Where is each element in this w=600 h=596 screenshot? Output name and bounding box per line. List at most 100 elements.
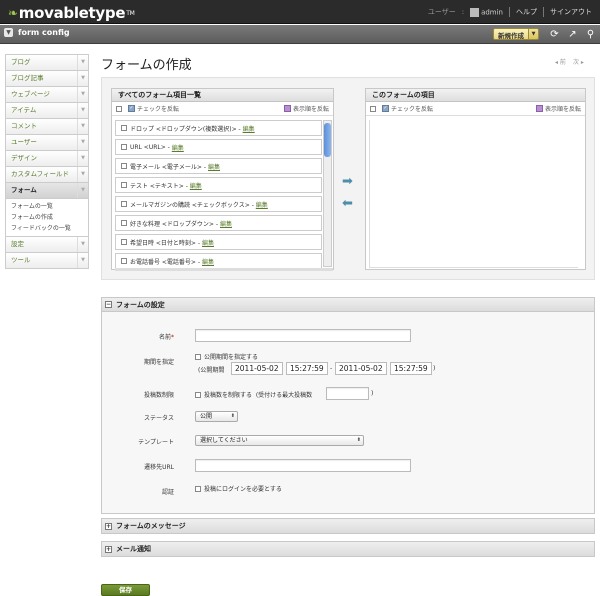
all-items-title: すべてのフォーム項目一覧 bbox=[112, 89, 333, 102]
blog-selector[interactable]: ▼ form config bbox=[4, 28, 70, 37]
scrollbar-thumb[interactable] bbox=[324, 123, 331, 157]
chevron-down-icon[interactable]: ▼ bbox=[77, 237, 88, 252]
period-option[interactable]: 公開期間を指定する bbox=[195, 352, 258, 361]
start-date-input[interactable]: 2011-05-02 bbox=[231, 362, 283, 375]
item-checkbox[interactable] bbox=[121, 182, 127, 188]
item-checkbox[interactable] bbox=[121, 201, 127, 207]
collapse-icon[interactable]: − bbox=[105, 301, 112, 308]
list-item[interactable]: 好きな料理 <ドロップダウン> - 編集 bbox=[115, 215, 322, 231]
limit-count-input[interactable] bbox=[326, 387, 369, 400]
invert-order-link[interactable]: 表示順を反転 bbox=[283, 104, 329, 113]
user-link[interactable]: admin bbox=[470, 7, 503, 17]
edit-link[interactable]: 編集 bbox=[243, 124, 255, 133]
sidebar-item-tools[interactable]: ツール ▼ bbox=[6, 253, 88, 269]
horizontal-scrollbar[interactable] bbox=[115, 268, 333, 271]
edit-link[interactable]: 編集 bbox=[220, 219, 232, 228]
limit-checkbox[interactable] bbox=[195, 391, 201, 398]
item-checkbox[interactable] bbox=[121, 144, 127, 150]
chevron-down-icon[interactable]: ▼ bbox=[77, 119, 88, 134]
move-right-arrow-icon[interactable]: ➡ bbox=[341, 175, 354, 188]
list-item[interactable]: 電子メール <電子メール> - 編集 bbox=[115, 158, 322, 174]
chevron-down-icon[interactable]: ▼ bbox=[77, 167, 88, 182]
edit-link[interactable]: 編集 bbox=[256, 200, 268, 209]
sidebar-item-users[interactable]: ユーザー ▼ bbox=[6, 135, 88, 151]
item-checkbox[interactable] bbox=[121, 220, 127, 226]
chevron-down-icon[interactable]: ▼ bbox=[77, 135, 88, 150]
edit-link[interactable]: 編集 bbox=[202, 238, 214, 247]
chevron-down-icon[interactable]: ▼ bbox=[528, 29, 538, 39]
move-left-arrow-icon[interactable]: ⬅ bbox=[341, 197, 354, 210]
search-icon[interactable]: ⚲ bbox=[585, 29, 596, 40]
expand-icon[interactable]: + bbox=[105, 522, 112, 530]
sidebar-subitem-form-create[interactable]: フォームの作成 bbox=[6, 212, 88, 223]
sidebar-item-assets[interactable]: アイテム ▼ bbox=[6, 103, 88, 119]
all-items-list: ドロップ <ドロップダウン(複数選択)> - 編集 URL <URL> - 編集… bbox=[115, 120, 322, 268]
sidebar-item-settings[interactable]: 設定 ▼ bbox=[6, 237, 88, 253]
mail-notification-header[interactable]: + メール通知 bbox=[102, 542, 594, 556]
sidebar-item-design[interactable]: デザイン ▼ bbox=[6, 151, 88, 167]
list-item[interactable]: メールマガジンの購読 <チェックボックス> - 編集 bbox=[115, 196, 322, 212]
item-checkbox[interactable] bbox=[121, 239, 127, 245]
edit-link[interactable]: 編集 bbox=[190, 181, 202, 190]
list-item[interactable]: 希望日時 <日付と時刻> - 編集 bbox=[115, 234, 322, 250]
item-checkbox[interactable] bbox=[121, 258, 127, 264]
invert-check-link[interactable]: ✓ チェックを反転 bbox=[128, 104, 179, 113]
sidebar-item-entries[interactable]: ブログ記事 ▼ bbox=[6, 71, 88, 87]
chevron-down-icon[interactable]: ▼ bbox=[77, 151, 88, 166]
save-button[interactable]: 保存 bbox=[101, 584, 150, 596]
list-item[interactable]: お電話番号 <電話番号> - 編集 bbox=[115, 253, 322, 268]
sidebar-item-comments[interactable]: コメント ▼ bbox=[6, 119, 88, 135]
sidebar-subitem-form-list[interactable]: フォームの一覧 bbox=[6, 201, 88, 212]
auth-option[interactable]: 投稿にログインを必要とする bbox=[195, 484, 282, 493]
chevron-down-icon[interactable]: ▼ bbox=[77, 183, 88, 198]
item-checkbox[interactable] bbox=[121, 163, 127, 169]
select-all-checkbox[interactable] bbox=[116, 105, 122, 112]
sidebar-item-custom-fields[interactable]: カスタムフィールド ▼ bbox=[6, 167, 88, 183]
chevron-down-icon[interactable]: ▼ bbox=[77, 253, 88, 268]
sidebar-item-blog[interactable]: ブログ ▼ bbox=[6, 55, 88, 71]
expand-icon[interactable]: + bbox=[105, 545, 112, 553]
external-link-icon[interactable]: ↗ bbox=[567, 29, 578, 40]
edit-link[interactable]: 編集 bbox=[202, 257, 214, 266]
redirect-url-input[interactable] bbox=[195, 459, 411, 472]
period-checkbox[interactable] bbox=[195, 353, 201, 360]
list-item[interactable]: ドロップ <ドロップダウン(複数選択)> - 編集 bbox=[115, 120, 322, 136]
edit-link[interactable]: 編集 bbox=[208, 162, 220, 171]
refresh-icon[interactable]: ⟳ bbox=[549, 29, 560, 40]
end-date-input[interactable]: 2011-05-02 bbox=[335, 362, 387, 375]
prev-link[interactable]: ◂ 前 bbox=[555, 57, 566, 66]
help-link[interactable]: ヘルプ bbox=[516, 7, 537, 17]
select-all-checkbox[interactable] bbox=[370, 105, 376, 112]
sidebar-item-forms[interactable]: フォーム ▼ bbox=[6, 183, 88, 199]
form-items-list[interactable] bbox=[369, 120, 578, 268]
form-messages-section[interactable]: + フォームのメッセージ bbox=[101, 518, 595, 534]
signout-link[interactable]: サインアウト bbox=[550, 7, 592, 17]
chevron-down-icon[interactable]: ▼ bbox=[4, 28, 13, 37]
auth-checkbox[interactable] bbox=[195, 485, 201, 492]
form-messages-header[interactable]: + フォームのメッセージ bbox=[102, 519, 594, 533]
invert-order-link[interactable]: 表示順を反転 bbox=[535, 104, 581, 113]
item-checkbox[interactable] bbox=[121, 125, 127, 131]
chevron-down-icon[interactable]: ▼ bbox=[77, 103, 88, 118]
list-item[interactable]: テスト <テキスト> - 編集 bbox=[115, 177, 322, 193]
logo[interactable]: ❧ movabletype TM bbox=[8, 4, 135, 22]
next-link[interactable]: 次 ▸ bbox=[573, 57, 584, 66]
chevron-down-icon[interactable]: ▼ bbox=[77, 71, 88, 86]
invert-check-link[interactable]: ✓ チェックを反転 bbox=[382, 104, 433, 113]
edit-link[interactable]: 編集 bbox=[172, 143, 184, 152]
end-time-input[interactable]: 15:27:59 bbox=[390, 362, 432, 375]
sidebar-item-pages[interactable]: ウェブページ ▼ bbox=[6, 87, 88, 103]
list-item[interactable]: URL <URL> - 編集 bbox=[115, 139, 322, 155]
template-select[interactable]: 選択してください ⬍ bbox=[195, 435, 364, 446]
name-input[interactable] bbox=[195, 329, 411, 342]
sidebar-subitem-feedback-list[interactable]: フィードバックの一覧 bbox=[6, 223, 88, 234]
limit-option[interactable]: 投稿数を制限する (受付ける最大投稿数 bbox=[195, 390, 312, 399]
status-select[interactable]: 公開 ⬍ bbox=[195, 411, 238, 422]
start-time-input[interactable]: 15:27:59 bbox=[286, 362, 328, 375]
mail-notification-section[interactable]: + メール通知 bbox=[101, 541, 595, 557]
new-entry-button[interactable]: 新規作成 ▼ bbox=[493, 28, 539, 40]
list-scrollbar[interactable] bbox=[323, 120, 332, 267]
chevron-down-icon[interactable]: ▼ bbox=[77, 55, 88, 70]
form-settings-header[interactable]: − フォームの設定 bbox=[102, 298, 594, 312]
chevron-down-icon[interactable]: ▼ bbox=[77, 87, 88, 102]
